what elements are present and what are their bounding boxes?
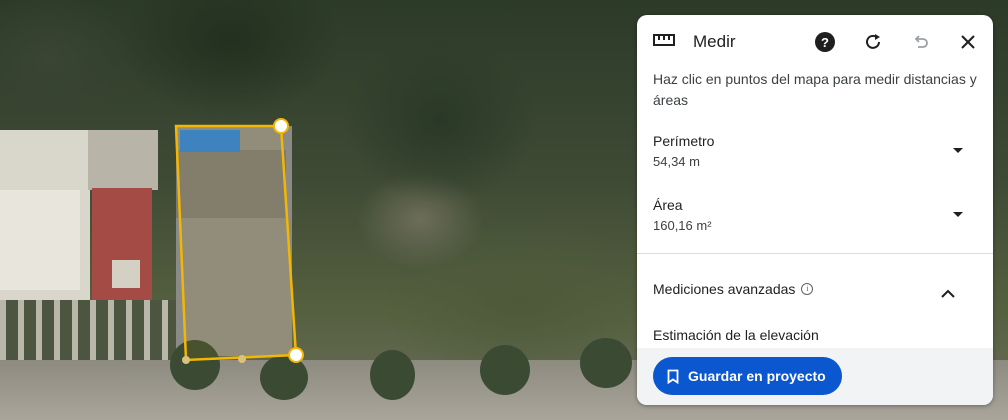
measurement-midpoint[interactable]	[238, 355, 246, 363]
measurement-midpoint[interactable]	[182, 356, 190, 364]
measure-panel: Medir ? Haz clic en puntos del mapa para…	[637, 15, 993, 405]
elevation-estimate-label: Estimación de la elevación	[653, 327, 819, 343]
info-icon[interactable]: i	[801, 283, 814, 295]
panel-title: Medir	[693, 32, 736, 51]
perimeter-label: Perímetro	[653, 133, 715, 149]
save-to-project-button[interactable]: Guardar en proyecto	[653, 357, 842, 395]
svg-text:?: ?	[821, 35, 829, 50]
refresh-icon[interactable]	[860, 29, 886, 55]
area-row[interactable]: Área 160,16 m²	[653, 197, 977, 233]
save-to-project-label: Guardar en proyecto	[688, 368, 826, 384]
bookmark-icon	[667, 369, 679, 384]
chevron-down-icon[interactable]	[953, 212, 963, 217]
panel-header: Medir ?	[637, 15, 993, 71]
area-label: Área	[653, 197, 683, 213]
measurement-polygon	[174, 124, 298, 362]
perimeter-row[interactable]: Perímetro 54,34 m	[653, 133, 977, 169]
chevron-down-icon[interactable]	[953, 148, 963, 153]
ruler-icon	[653, 33, 675, 52]
divider	[637, 253, 993, 254]
area-value: 160,16 m²	[653, 218, 712, 233]
chevron-up-icon[interactable]	[941, 285, 955, 303]
advanced-measurements-label: Mediciones avanzadas	[653, 281, 796, 297]
perimeter-value: 54,34 m	[653, 154, 700, 169]
instructions-text: Haz clic en puntos del mapa para medir d…	[653, 71, 977, 108]
close-icon[interactable]	[955, 29, 981, 55]
measurement-vertex[interactable]	[288, 347, 304, 363]
help-icon[interactable]: ?	[812, 29, 838, 55]
measurement-vertex[interactable]	[273, 118, 289, 134]
panel-footer: Guardar en proyecto	[637, 348, 993, 405]
advanced-measurements-header[interactable]: Mediciones avanzadas i	[653, 281, 814, 297]
undo-icon[interactable]	[908, 29, 934, 55]
